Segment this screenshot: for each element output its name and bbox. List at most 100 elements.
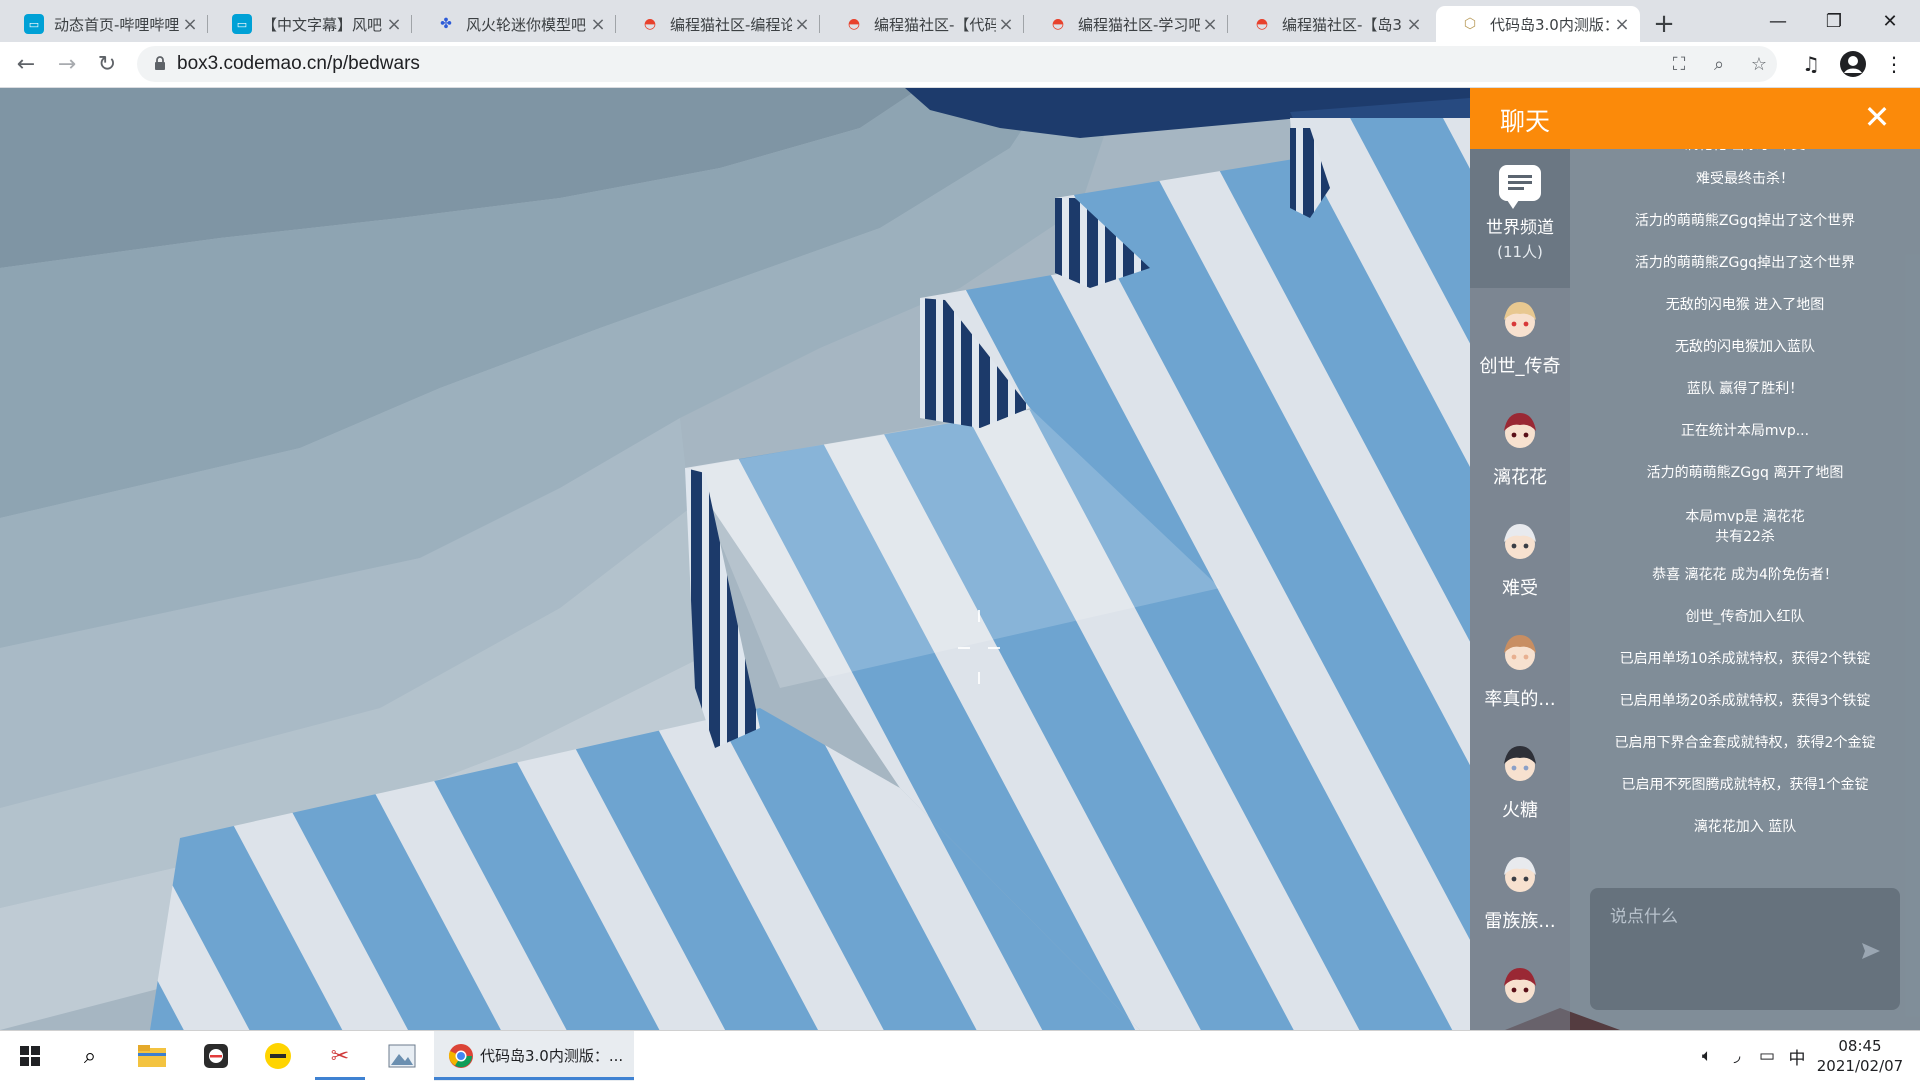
tab-close-icon[interactable]: × [384,14,404,35]
chat-message: 活力的萌萌熊ZGgq掉出了这个世界 [1634,213,1856,229]
tab-close-icon[interactable]: × [792,14,812,35]
chrome-icon [446,1031,476,1081]
media-control-icon[interactable]: ♫ [1795,48,1827,80]
app-record-icon[interactable] [192,1031,240,1081]
chat-message: 本局mvp是 漓花花 共有22杀 [1685,509,1805,545]
volume-icon[interactable]: 🔈︎ [1694,1031,1720,1081]
maximize-button[interactable]: ❐ [1804,0,1864,42]
wifi-icon[interactable]: ◞ [1724,1031,1750,1081]
crosshair [958,610,1000,686]
browser-tab-active[interactable]: ⬡ 代码岛3.0内测版： × [1436,6,1640,42]
chat-message: 无敌的闪电猴加入蓝队 [1675,339,1815,355]
player-list-item[interactable]: 火糖 [1470,732,1570,843]
world-channel-count: (11人) [1497,243,1543,261]
chat-message: 蓝队 赢得了胜利！ [1686,381,1804,397]
windows-taskbar: ⌕ ✂ 代码岛3.0内测版：... 🔈︎ ◞ ▭ 中 08:45 2021/02… [0,1030,1920,1081]
file-explorer-icon[interactable] [128,1031,176,1081]
tab-close-icon[interactable]: × [180,14,200,35]
tab-close-icon[interactable]: × [588,14,608,35]
snipping-tool-icon[interactable]: ✂ [315,1031,365,1081]
close-icon[interactable]: ✕ [1860,98,1894,136]
browser-tab[interactable]: ▭ 动态首页-哔哩哔哩 × [0,6,208,42]
tab-title: 编程猫社区-【岛3 [1282,15,1402,34]
taskbar-app-label: 代码岛3.0内测版：... [480,1047,624,1065]
tab-close-icon[interactable]: × [1200,14,1220,35]
player-list-item[interactable] [1470,954,1570,1030]
chat-title: 聊天 [1500,107,1551,136]
bookmark-star-icon[interactable]: ☆ [1747,52,1771,76]
player-list-item[interactable]: 创世_传奇 [1470,288,1570,399]
clock-date: 2021/02/07 [1816,1057,1904,1075]
player-name: 雷族族... [1484,911,1556,932]
browser-tab[interactable]: ✤ 风火轮迷你模型吧 × [412,6,616,42]
forward-button[interactable]: → [51,48,83,80]
send-icon[interactable] [1860,940,1882,962]
chat-input[interactable]: 说点什么 [1590,888,1900,1010]
player-avatar [1504,302,1536,337]
browser-tab[interactable]: ◓ 编程猫社区-学习吧 × [1024,6,1228,42]
translate-icon[interactable]: ⛶ [1667,52,1691,76]
chat-message: 已启用下界合金套成就特权，获得2个金锭 [1614,735,1876,751]
reload-button[interactable]: ↻ [91,48,123,80]
search-icon[interactable]: ⌕ [68,1031,112,1081]
address-bar[interactable]: box3.codemao.cn/p/bedwars ⛶ ⌕ ☆ [137,46,1777,82]
battery-icon[interactable]: ▭ [1754,1031,1780,1081]
tab-close-icon[interactable]: × [1612,14,1632,35]
minimize-button[interactable]: — [1748,0,1808,42]
player-list-item[interactable]: 雷族族... [1470,843,1570,954]
tab-title: 【中文字幕】风吧 [262,15,383,34]
chat-message: 正在统计本局mvp... [1680,423,1810,439]
world-channel-name: 世界频道 [1486,218,1554,238]
codemao-icon: ◓ [1255,16,1269,32]
chat-header: 聊天 ✕ [1470,88,1920,149]
player-avatar [1504,746,1536,781]
tab-title: 代码岛3.0内测版： [1490,15,1612,34]
browser-tab[interactable]: ◓ 编程猫社区-【代码 × [820,6,1024,42]
player-avatar [1504,635,1536,670]
world-channel-item[interactable]: 世界频道 (11人) [1470,149,1570,288]
tab-close-icon[interactable]: × [1404,14,1424,35]
codemao-icon: ◓ [847,16,861,32]
player-list-item[interactable]: 漓花花 [1470,399,1570,510]
photos-icon[interactable] [378,1031,426,1081]
url-text[interactable]: box3.codemao.cn/p/bedwars [177,53,420,75]
lock-icon [155,56,165,70]
chat-message-list: 漓花花 击杀了 难受难受最终击杀！ 活力的萌萌熊ZGgq掉出了这个世界活力的萌萌熊… [1570,149,1920,871]
zoom-icon[interactable]: ⌕ [1707,52,1731,76]
chat-message: 活力的萌萌熊ZGgq掉出了这个世界 [1634,255,1856,271]
browser-tab[interactable]: ◓ 编程猫社区-【岛3 × [1228,6,1432,42]
taskbar-clock[interactable]: 08:45 2021/02/07 [1810,1036,1910,1076]
clock-time: 08:45 [1838,1037,1882,1055]
player-avatar [1504,968,1536,1003]
player-name: 率真的... [1484,689,1556,710]
windows-start-icon[interactable] [10,1031,50,1081]
browser-menu-icon[interactable]: ⋮ [1878,48,1910,80]
chat-body: 世界频道 (11人) 创世_传奇漓花花难受率真的... 火糖雷族族... 漓花花 … [1470,149,1920,1030]
player-list-item[interactable]: 率真的... [1470,621,1570,732]
chat-message: 漓花花加入 蓝队 [1693,819,1797,835]
app-yellow-icon[interactable] [254,1031,302,1081]
browser-tab[interactable]: ▭ 【中文字幕】风吧 × [208,6,412,42]
new-tab-button[interactable]: + [1646,6,1682,42]
chat-sidebar: 世界频道 (11人) 创世_传奇 漓花花 难受率真的... 火糖雷族族... [1470,149,1570,1030]
back-button[interactable]: ← [10,48,42,80]
tab-title: 风火轮迷你模型吧 [466,15,587,34]
codemao-icon: ◓ [1051,16,1065,32]
tab-title: 编程猫社区-【代码 [874,15,996,34]
chat-message: 恭喜 漓花花 成为4阶免伤者！ [1652,567,1838,583]
chat-message: 已启用不死图腾成就特权，获得1个金锭 [1621,777,1869,793]
player-list-item[interactable]: 难受 [1470,510,1570,621]
window-close-button[interactable]: ✕ [1860,0,1920,42]
browser-toolbar: ← → ↻ box3.codemao.cn/p/bedwars ⛶ ⌕ ☆ ♫ … [0,42,1920,88]
player-avatar [1504,524,1536,559]
profile-avatar-icon[interactable] [1837,48,1869,80]
browser-tab[interactable]: ◓ 编程猫社区-编程论 × [616,6,820,42]
chat-message: 已启用单场20杀成就特权，获得3个铁锭 [1619,693,1871,709]
tab-title: 动态首页-哔哩哔哩 [54,15,180,34]
ime-indicator[interactable]: 中 [1784,1031,1810,1081]
bilibili-icon: ▭ [24,14,44,34]
chat-bubble-icon [1499,165,1541,209]
chat-message: 活力的萌萌熊ZGgq 离开了地图 [1646,465,1844,481]
tab-close-icon[interactable]: × [996,14,1016,35]
chat-panel: 聊天 ✕ 世界频道 (11人) 创世_传奇 漓花花 难受率真的... 火糖雷族族...… [1470,88,1920,1030]
